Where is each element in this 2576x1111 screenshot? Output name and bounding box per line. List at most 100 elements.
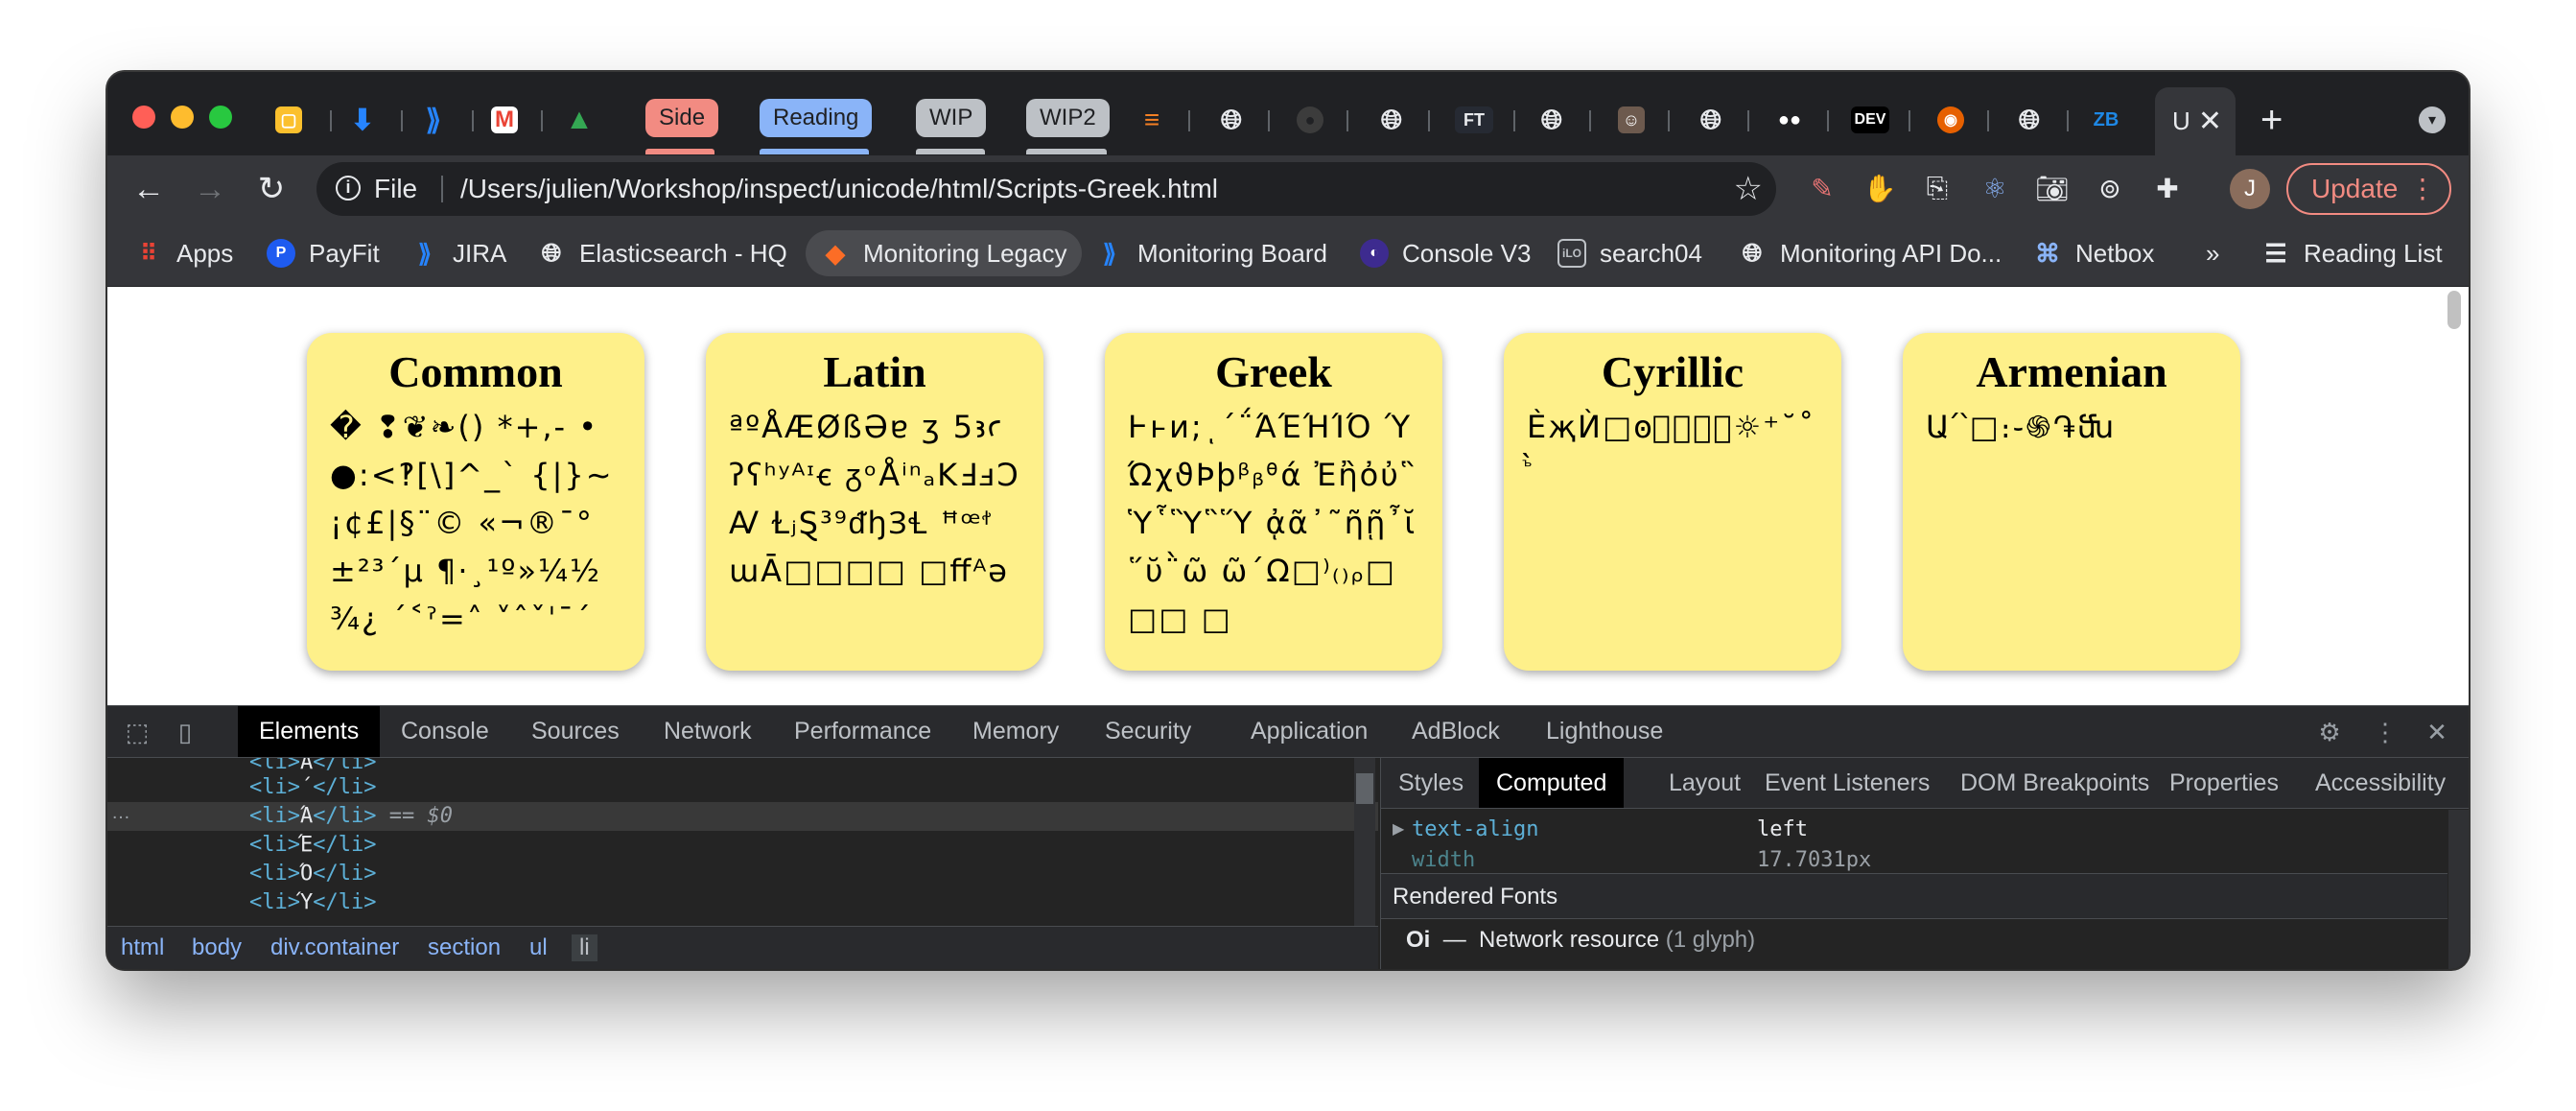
tab-avatar[interactable]: ☺ [1618, 101, 1645, 139]
zoom-window-button[interactable] [209, 106, 232, 129]
tab-jira[interactable]: ⟫ [420, 101, 447, 139]
element-node[interactable]: <li>Ό</li> [249, 862, 376, 890]
element-node-selected[interactable]: <li>Ά</li> == $0 [249, 804, 453, 833]
stop-hand-extension-icon[interactable]: ✋ [1862, 171, 1897, 205]
tab-ft[interactable]: FT [1455, 101, 1493, 139]
computed-prop-name[interactable]: text-align [1412, 817, 1538, 841]
tab-application[interactable]: Application [1251, 706, 1368, 757]
elements-scrollbar-thumb[interactable] [1356, 773, 1373, 804]
incognito-extension-icon[interactable]: ⊚ [2093, 171, 2127, 205]
element-node[interactable]: <li>Ύ</li> [249, 890, 376, 919]
tab-group-reading[interactable]: Reading [760, 99, 873, 137]
url-text[interactable]: /Users/julien/Workshop/inspect/unicode/h… [460, 174, 1218, 204]
breadcrumb-ul[interactable]: ul [529, 934, 548, 961]
tab-elements[interactable]: Elements [238, 706, 381, 757]
reading-list-button[interactable]: ☰ Reading List [2261, 230, 2442, 276]
breadcrumb-body[interactable]: body [192, 934, 242, 961]
tab-lighthouse[interactable]: Lighthouse [1546, 706, 1663, 757]
bookmark-search04[interactable]: iLO search04 [1557, 230, 1702, 276]
bookmark-apps[interactable]: ⠿ Apps [134, 230, 233, 276]
tab-stackoverflow[interactable]: ≡ [1138, 101, 1165, 139]
tab-sources[interactable]: Sources [531, 706, 620, 757]
breadcrumb-li[interactable]: li [572, 934, 597, 961]
minimize-window-button[interactable] [171, 106, 194, 129]
clipboard-extension-icon[interactable]: ⎘ [1920, 171, 1955, 205]
tab-console[interactable]: Console [401, 706, 489, 757]
extensions-puzzle-icon[interactable]: ✚ [2150, 171, 2185, 205]
tab-performance[interactable]: Performance [794, 706, 931, 757]
new-tab-button[interactable]: + [2260, 99, 2283, 142]
tab-google-drive[interactable]: ▲ [565, 101, 594, 139]
tab-dom-breakpoints[interactable]: DOM Breakpoints [1960, 758, 2149, 808]
tab-globe-2[interactable]: 🌐︎ [1378, 101, 1405, 139]
bookmarks-overflow-button[interactable]: » [2206, 230, 2219, 276]
device-toolbar-icon[interactable]: ▯ [171, 718, 199, 746]
close-window-button[interactable] [132, 106, 155, 129]
reload-icon[interactable]: ↻ [249, 167, 293, 211]
tab-properties[interactable]: Properties [2169, 758, 2279, 808]
tab-gmail[interactable]: M [491, 101, 518, 139]
bookmark-monitoring-api[interactable]: 🌐︎ Monitoring API Do... [1738, 230, 2002, 276]
ilo-icon: iLO [1557, 239, 1586, 268]
tab-drive-arrow[interactable]: ⬇ [349, 101, 376, 139]
close-tab-icon[interactable]: ✕ [2198, 105, 2222, 138]
page-scrollbar[interactable] [2447, 291, 2461, 329]
tab-globe-5[interactable]: 🌐︎ [2016, 101, 2043, 139]
camera-extension-icon[interactable]: 📷︎ [2035, 171, 2070, 205]
active-tab[interactable]: U ✕ [2155, 87, 2236, 155]
tab-computed[interactable]: Computed [1479, 758, 1625, 808]
breadcrumb-section[interactable]: section [428, 934, 501, 961]
tab-zb[interactable]: ZB [2093, 101, 2119, 139]
tab-notes[interactable]: ▢ [275, 101, 302, 139]
pen-extension-icon[interactable]: ✎ [1805, 171, 1839, 205]
bookmark-star-icon[interactable]: ☆ [1734, 170, 1763, 208]
tab-globe-3[interactable]: 🌐︎ [1538, 101, 1565, 139]
forward-arrow-icon[interactable]: → [188, 167, 232, 211]
bookmark-jira[interactable]: ⟫ JIRA [410, 230, 507, 276]
update-button[interactable]: Update ⋮ [2286, 163, 2451, 215]
bookmark-netbox[interactable]: ⌘ Netbox [2033, 230, 2154, 276]
tab-group-wip[interactable]: WIP [916, 99, 987, 137]
node-actions-ellipsis[interactable]: … [111, 802, 130, 824]
tab-group-side[interactable]: Side [645, 99, 719, 137]
tab-separator [1428, 110, 1430, 131]
breadcrumb-div-container[interactable]: div.container [270, 934, 399, 961]
tab-network[interactable]: Network [664, 706, 752, 757]
bookmark-monitoring-legacy[interactable]: ◆ Monitoring Legacy [806, 230, 1083, 276]
bookmark-payfit[interactable]: P PayFit [267, 230, 380, 276]
address-bar[interactable]: i File /Users/julien/Workshop/inspect/un… [316, 162, 1776, 216]
bookmark-monitoring-board[interactable]: ⟫ Monitoring Board [1095, 230, 1327, 276]
react-extension-icon[interactable]: ⚛ [1978, 171, 2012, 205]
side-panel-scrollbar[interactable] [2448, 810, 2469, 969]
breadcrumb-html[interactable]: html [121, 934, 164, 961]
settings-gear-icon[interactable]: ⚙ [2315, 718, 2344, 746]
tab-github[interactable]: ● [1297, 101, 1323, 139]
tab-search-icon[interactable]: ▾ [2419, 106, 2446, 133]
tab-globe-1[interactable]: 🌐︎ [1218, 101, 1245, 139]
expand-triangle-icon[interactable]: ▶ [1393, 819, 1404, 839]
tab-globe-4[interactable]: 🌐︎ [1698, 101, 1724, 139]
tab-adblock[interactable]: AdBlock [1412, 706, 1500, 757]
tab-layout[interactable]: Layout [1669, 758, 1741, 808]
tab-styles[interactable]: Styles [1398, 758, 1464, 808]
tab-accessibility[interactable]: Accessibility [2315, 758, 2446, 808]
element-node[interactable]: <li>΄</li> [249, 775, 376, 804]
bookmark-console-v3[interactable]: ◐ Console V3 [1360, 230, 1531, 276]
tab-medium[interactable]: ●● [1776, 101, 1803, 139]
tab-dev[interactable]: DEV [1851, 101, 1889, 139]
tab-memory[interactable]: Memory [972, 706, 1059, 757]
info-icon[interactable]: i [336, 176, 361, 201]
more-options-icon[interactable]: ⋮ [2371, 718, 2400, 746]
tab-security[interactable]: Security [1105, 706, 1191, 757]
bookmark-elasticsearch[interactable]: 🌐︎ Elasticsearch - HQ [537, 230, 787, 276]
element-node[interactable]: <li>Έ</li> [249, 833, 376, 862]
profile-avatar[interactable]: J [2230, 169, 2270, 209]
computed-prop-name[interactable]: width [1412, 848, 1475, 872]
inspect-element-icon[interactable]: ⬚ [123, 718, 152, 746]
tab-event-listeners[interactable]: Event Listeners [1765, 758, 1930, 808]
close-devtools-icon[interactable]: ✕ [2423, 718, 2451, 746]
tab-group-wip2[interactable]: WIP2 [1026, 99, 1110, 137]
font-name: Network resource [1479, 927, 1660, 953]
back-arrow-icon[interactable]: ← [127, 167, 171, 211]
tab-firefox[interactable]: ◉ [1937, 101, 1964, 139]
